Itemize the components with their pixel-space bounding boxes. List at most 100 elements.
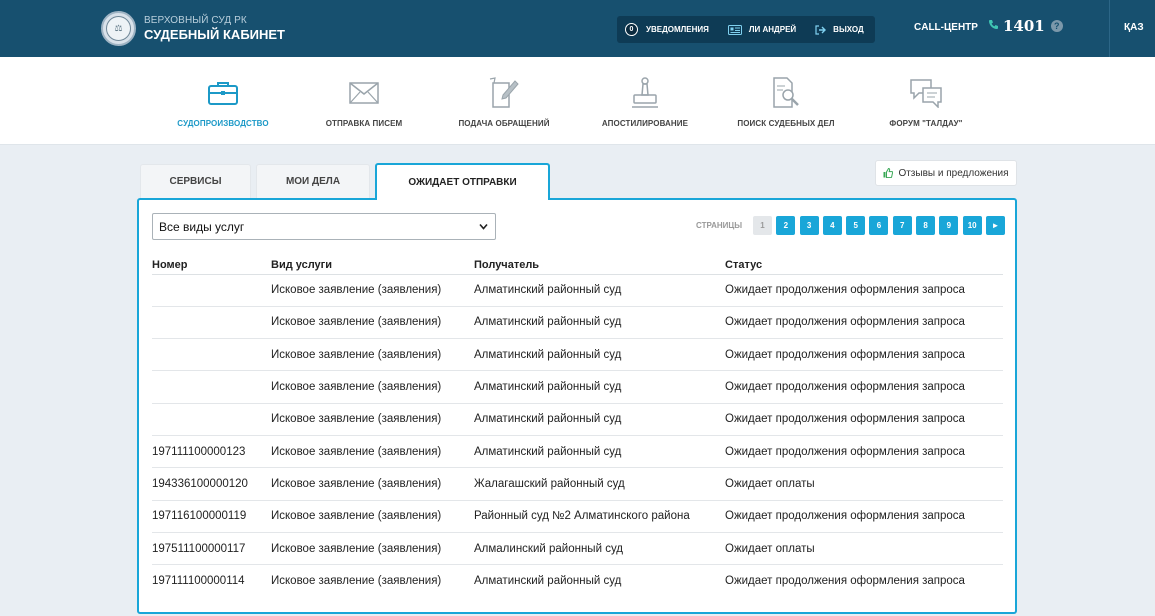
table-header-row: Номер Вид услуги Получатель Статус: [152, 256, 1003, 275]
service-type-select[interactable]: Все виды услуг: [152, 213, 496, 240]
cell-number: [152, 274, 271, 307]
user-bar: 0 УВЕДОМЛЕНИЯ ЛИ АНДРЕЙ ВЫХОД: [617, 16, 875, 43]
cell-recipient: Алматинский районный суд: [474, 306, 725, 340]
table-row[interactable]: Исковое заявление (заявления) Алматински…: [152, 403, 1003, 436]
feedback-button[interactable]: Отзывы и предложения: [875, 160, 1017, 186]
cell-service: Исковое заявление (заявления): [271, 403, 474, 436]
page-button-1[interactable]: 1: [753, 216, 772, 235]
brand-subtitle: ВЕРХОВНЫЙ СУД РК: [144, 15, 247, 26]
nav-item-sudoproizvodstvo[interactable]: СУДОПРОИЗВОДСТВО: [143, 77, 303, 128]
column-header-number: Номер: [152, 256, 271, 275]
table-row[interactable]: 197111100000114 Исковое заявление (заявл…: [152, 565, 1003, 597]
cell-recipient: Районный суд №2 Алматинского района: [474, 500, 725, 533]
next-page-button[interactable]: ►: [985, 216, 1005, 235]
requests-table: Номер Вид услуги Получатель Статус Исков…: [152, 256, 1003, 597]
logout-icon: [815, 24, 827, 35]
pagination: 1 2 3 4 5 6 7 8 9 10 ►: [753, 216, 1009, 235]
cell-number: 197511100000117: [152, 532, 271, 566]
supreme-court-logo[interactable]: ⚖: [101, 11, 136, 46]
main-nav: СУДОПРОИЗВОДСТВО ОТПРАВКА ПИСЕМ ПОДАЧА О…: [0, 57, 1155, 145]
cell-number: [152, 306, 271, 340]
page-button-10[interactable]: 10: [962, 216, 982, 235]
chat-bubbles-icon: [846, 77, 1006, 109]
table-row[interactable]: 197511100000117 Исковое заявление (заявл…: [152, 532, 1003, 566]
cell-recipient: Алматинский районный суд: [474, 403, 725, 436]
cell-number: 197111100000114: [152, 575, 245, 588]
table-row[interactable]: 194336100000120 Исковое заявление (заявл…: [152, 467, 1003, 501]
briefcase-icon: [143, 77, 303, 109]
top-header: ⚖ ВЕРХОВНЫЙ СУД РК СУДЕБНЫЙ КАБИНЕТ 0 УВ…: [0, 0, 1155, 57]
cell-status: Ожидает продолжения оформления запроса: [725, 500, 1003, 533]
page-button-4[interactable]: 4: [822, 216, 842, 235]
call-center-phone[interactable]: 1401 ?: [988, 17, 1063, 35]
cell-status: Ожидает продолжения оформления запроса: [725, 403, 1003, 436]
table-row[interactable]: 197116100000119 Исковое заявление (заявл…: [152, 500, 1003, 533]
help-icon[interactable]: ?: [1050, 20, 1063, 32]
column-header-service: Вид услуги: [271, 256, 474, 275]
cell-status: Ожидает оплаты: [725, 532, 1003, 566]
table-row[interactable]: Исковое заявление (заявления) Алматински…: [152, 338, 1003, 372]
table-row[interactable]: Исковое заявление (заявления) Алматински…: [152, 274, 1003, 307]
stamp-icon: [565, 77, 725, 109]
page-button-7[interactable]: 7: [892, 216, 912, 235]
page-button-9[interactable]: 9: [939, 216, 959, 235]
cell-service: Исковое заявление (заявления): [271, 575, 442, 588]
nav-item-poisk-sudebnyh-del[interactable]: ПОИСК СУДЕБНЫХ ДЕЛ: [706, 77, 866, 128]
nav-item-apostilirovanie[interactable]: АПОСТИЛИРОВАНИЕ: [565, 77, 725, 128]
id-card-icon: [727, 24, 742, 35]
table-row[interactable]: Исковое заявление (заявления) Алматински…: [152, 370, 1003, 404]
notifications-button[interactable]: 0 УВЕДОМЛЕНИЯ: [625, 23, 709, 36]
page-button-6[interactable]: 6: [869, 216, 889, 235]
nav-label: АПОСТИЛИРОВАНИЕ: [601, 119, 689, 128]
cell-recipient: Алматинский районный суд: [474, 575, 622, 588]
logout-button[interactable]: ВЫХОД: [815, 24, 864, 35]
cell-service: Исковое заявление (заявления): [271, 532, 474, 566]
user-profile-button[interactable]: ЛИ АНДРЕЙ: [727, 24, 797, 35]
tab-servisy[interactable]: СЕРВИСЫ: [140, 164, 251, 198]
pending-requests-panel: Все виды услуг СТРАНИЦЫ 1 2 3 4 5 6 7 8 …: [137, 198, 1017, 614]
notifications-count-badge: 0: [625, 23, 638, 36]
envelope-icon: [284, 77, 444, 109]
document-edit-icon: [424, 77, 584, 109]
page-button-8[interactable]: 8: [916, 216, 936, 235]
nav-item-otpravka-pisem[interactable]: ОТПРАВКА ПИСЕМ: [284, 77, 444, 128]
cell-status: Ожидает продолжения оформления запроса: [725, 274, 1003, 307]
cell-service: Исковое заявление (заявления): [271, 500, 474, 533]
tab-moi-dela[interactable]: МОИ ДЕЛА: [256, 164, 370, 198]
tab-ozhidaet-otpravki[interactable]: ОЖИДАЕТ ОТПРАВКИ: [375, 163, 550, 200]
cell-service: Исковое заявление (заявления): [271, 435, 474, 469]
service-type-selected: Все виды услуг: [159, 219, 245, 234]
cell-service: Исковое заявление (заявления): [271, 274, 474, 307]
column-header-recipient: Получатель: [474, 256, 725, 275]
cell-status: Ожидает продолжения оформления запроса: [725, 370, 1003, 404]
page-button-3[interactable]: 3: [799, 216, 819, 235]
chevron-down-icon: [478, 221, 489, 235]
brand-title[interactable]: СУДЕБНЫЙ КАБИНЕТ: [144, 27, 285, 42]
language-switch[interactable]: ҚАЗ: [1124, 22, 1144, 33]
nav-label: СУДОПРОИЗВОДСТВО: [177, 119, 269, 128]
table-row[interactable]: Исковое заявление (заявления) Алматински…: [152, 306, 1003, 340]
logout-label: ВЫХОД: [833, 25, 864, 34]
cell-status: Ожидает продолжения оформления запроса: [725, 338, 1003, 372]
emblem-icon: ⚖: [106, 16, 131, 41]
cell-status: Ожидает продолжения оформления запроса: [725, 435, 1003, 469]
cell-number: [152, 370, 271, 404]
cell-service: Исковое заявление (заявления): [271, 467, 474, 501]
header-divider: [1109, 0, 1110, 57]
cell-recipient: Алматинский районный суд: [474, 338, 725, 372]
phone-icon: [988, 17, 999, 35]
table-row[interactable]: 197111100000123 Исковое заявление (заявл…: [152, 435, 1003, 469]
nav-label: ПОДАЧА ОБРАЩЕНИЙ: [458, 119, 550, 128]
nav-item-podacha-obrascheniy[interactable]: ПОДАЧА ОБРАЩЕНИЙ: [424, 77, 584, 128]
call-center-label: CALL-ЦЕНТР: [914, 22, 978, 33]
thumbs-up-icon: [883, 168, 894, 178]
cell-recipient: Жалагашский районный суд: [474, 467, 725, 501]
cell-service: Исковое заявление (заявления): [271, 306, 474, 340]
user-name-label: ЛИ АНДРЕЙ: [748, 25, 797, 34]
page-button-2[interactable]: 2: [776, 216, 796, 235]
nav-label: ОТПРАВКА ПИСЕМ: [325, 119, 403, 128]
cell-number: 197111100000123: [152, 435, 271, 469]
nav-item-forum-taldau[interactable]: ФОРУМ "ТАЛДАУ": [846, 77, 1006, 128]
page-button-5[interactable]: 5: [846, 216, 866, 235]
column-header-status: Статус: [725, 256, 1003, 275]
